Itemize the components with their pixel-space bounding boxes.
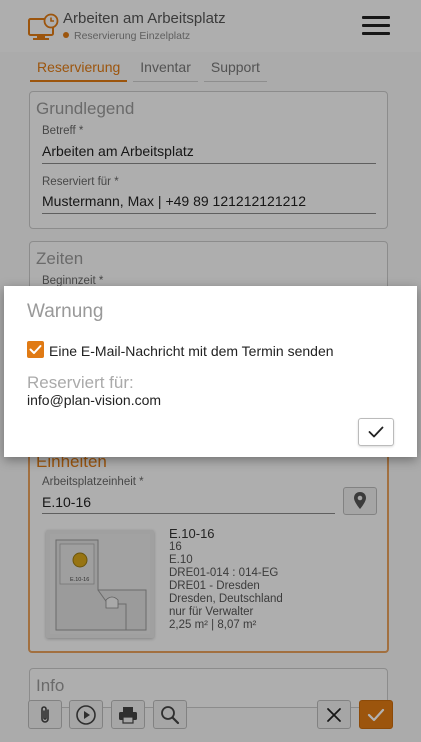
email-checkbox-label[interactable]: Eine E-Mail-Nachricht mit dem Termin sen…: [49, 343, 334, 359]
reserved-for-email: info@plan-vision.com: [27, 392, 162, 408]
dialog-title: Warnung: [27, 301, 104, 322]
checkmark-icon: [29, 345, 42, 354]
email-checkbox[interactable]: [27, 341, 44, 358]
reserved-for-label: Reserviert für:: [27, 373, 134, 392]
warning-dialog: Warnung Eine E-Mail-Nachricht mit dem Te…: [4, 286, 417, 457]
dialog-ok-button[interactable]: [358, 418, 394, 446]
checkmark-icon: [368, 426, 384, 438]
